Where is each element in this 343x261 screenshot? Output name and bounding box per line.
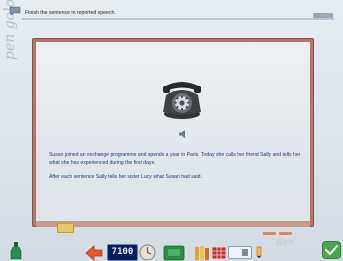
chalk-piece (263, 232, 276, 235)
books-icon[interactable] (194, 245, 212, 261)
grid-icon[interactable] (212, 247, 226, 259)
story-text: Susan joined an exchange programme and s… (49, 151, 309, 181)
header-status-block (313, 13, 333, 18)
pencil-icon[interactable] (254, 246, 264, 259)
speech-bubble-icon[interactable] (9, 6, 21, 16)
header-divider (22, 18, 334, 20)
bottle-icon[interactable] (10, 242, 22, 260)
story-paragraph-2: After each sentence Sally tells her sist… (49, 174, 202, 180)
check-icon[interactable] (322, 241, 341, 259)
story-paragraph-1: Susan joined an exchange programme and s… (49, 152, 301, 166)
page-icon[interactable] (228, 246, 252, 259)
score-counter: 7100 (107, 244, 138, 261)
board-ledge (36, 221, 310, 227)
board-surface (36, 42, 310, 221)
back-arrow-icon[interactable] (84, 244, 104, 261)
speaker-icon[interactable] (178, 129, 188, 139)
telephone-illustration (163, 82, 201, 119)
notebook-icon[interactable] (163, 244, 185, 261)
timer-icon[interactable] (139, 244, 156, 261)
instruction-text: Finish the sentence in reported speech. (25, 10, 116, 16)
chalk-piece (279, 232, 292, 235)
eraser-sponge (57, 223, 74, 233)
